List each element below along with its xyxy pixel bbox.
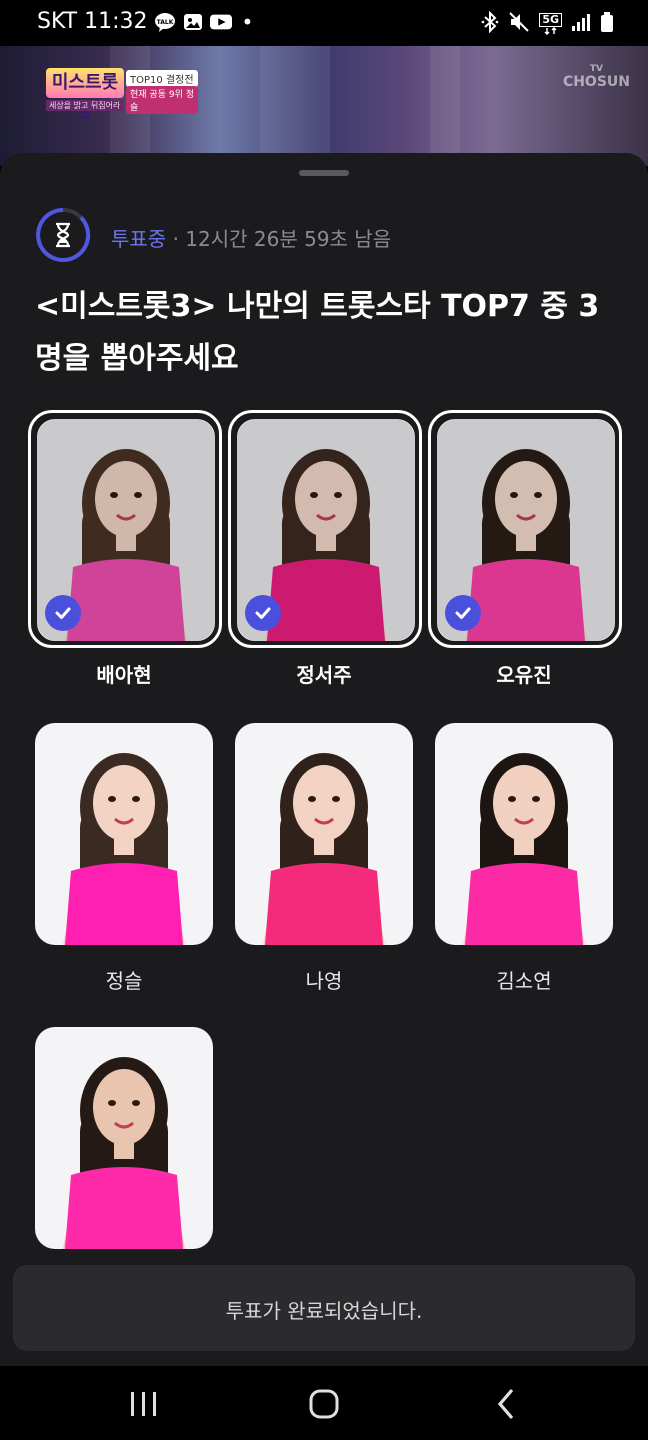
candidate-card[interactable] bbox=[435, 417, 617, 643]
gallery-icon bbox=[182, 11, 204, 33]
candidate-name: 김소연 bbox=[496, 969, 552, 993]
notification-dot: • bbox=[241, 9, 254, 34]
vote-status-line: 투표중 · 12시간 26분 59초 남음 bbox=[111, 223, 391, 252]
show-logo-subtitle: TOP10 결정전 bbox=[126, 70, 198, 87]
candidate-photo bbox=[63, 753, 185, 945]
show-logo: 미스트롯3 TOP10 결정전 현재 공동 9위 정슬 세상을 밝고 뒤집어라 bbox=[46, 68, 198, 123]
vote-bottom-sheet: 투표중 · 12시간 26분 59초 남음 <미스트롯3> 나만의 트롯스타 T… bbox=[0, 153, 648, 1366]
recent-apps-icon[interactable] bbox=[124, 1384, 164, 1424]
candidate-photo bbox=[463, 753, 585, 945]
candidate-name: 정서주 bbox=[296, 663, 352, 687]
bluetooth-icon bbox=[481, 10, 499, 37]
time-remaining: 12시간 26분 59초 남음 bbox=[185, 227, 392, 251]
selected-check-icon bbox=[445, 595, 481, 631]
status-bar: SKT 11:32 TALK • 5G bbox=[0, 0, 648, 46]
show-logo-rank: 현재 공동 9위 정슬 bbox=[126, 86, 198, 114]
status-separator: · bbox=[172, 227, 179, 251]
voting-status: 투표중 bbox=[111, 227, 167, 251]
talk-icon: TALK bbox=[154, 11, 176, 33]
video-light-streak bbox=[260, 46, 330, 166]
drag-handle[interactable] bbox=[299, 170, 349, 176]
candidate-card[interactable] bbox=[35, 417, 217, 643]
vote-title: <미스트롯3> 나만의 트롯스타 TOP7 중 3명을 뽑아주세요 bbox=[35, 289, 600, 376]
battery-icon bbox=[600, 11, 614, 37]
candidate-photo bbox=[63, 1057, 185, 1249]
status-bar-right: 5G bbox=[481, 10, 614, 37]
vote-complete-toast: 투표가 완료되었습니다. bbox=[13, 1265, 635, 1351]
candidate-name: 배아현 bbox=[96, 663, 152, 687]
carrier-time: SKT 11:32 bbox=[37, 9, 148, 34]
video-player[interactable]: 미스트롯3 TOP10 결정전 현재 공동 9위 정슬 세상을 밝고 뒤집어라 … bbox=[0, 46, 648, 166]
candidate-name: 정슬 bbox=[105, 969, 143, 993]
youtube-icon bbox=[209, 11, 232, 33]
show-logo-title: 미스트롯3 bbox=[46, 68, 124, 123]
hourglass-timer-icon bbox=[35, 207, 91, 263]
signal-icon bbox=[571, 12, 591, 36]
broadcaster-watermark: TV CHOSUN bbox=[562, 64, 630, 90]
network-5g-icon: 5G bbox=[539, 13, 562, 35]
candidate-card[interactable] bbox=[235, 417, 417, 643]
svg-text:TALK: TALK bbox=[156, 19, 173, 26]
candidate-photo bbox=[263, 753, 385, 945]
candidate-name: 오유진 bbox=[496, 663, 552, 687]
home-icon[interactable] bbox=[304, 1384, 344, 1424]
candidate-card[interactable] bbox=[235, 723, 413, 945]
candidate-card[interactable] bbox=[35, 723, 213, 945]
status-bar-left: SKT 11:32 TALK • bbox=[37, 9, 253, 34]
mute-icon bbox=[508, 11, 530, 37]
selected-check-icon bbox=[245, 595, 281, 631]
candidate-card[interactable] bbox=[35, 1027, 213, 1249]
video-light-streak bbox=[430, 46, 460, 166]
selected-check-icon bbox=[45, 595, 81, 631]
candidate-card[interactable] bbox=[435, 723, 613, 945]
candidate-name: 나영 bbox=[305, 969, 343, 993]
toast-message: 투표가 완료되었습니다. bbox=[225, 1299, 423, 1323]
show-logo-tagline: 세상을 밝고 뒤집어라 bbox=[46, 100, 124, 111]
navigation-bar bbox=[0, 1366, 648, 1440]
back-icon[interactable] bbox=[486, 1384, 526, 1424]
